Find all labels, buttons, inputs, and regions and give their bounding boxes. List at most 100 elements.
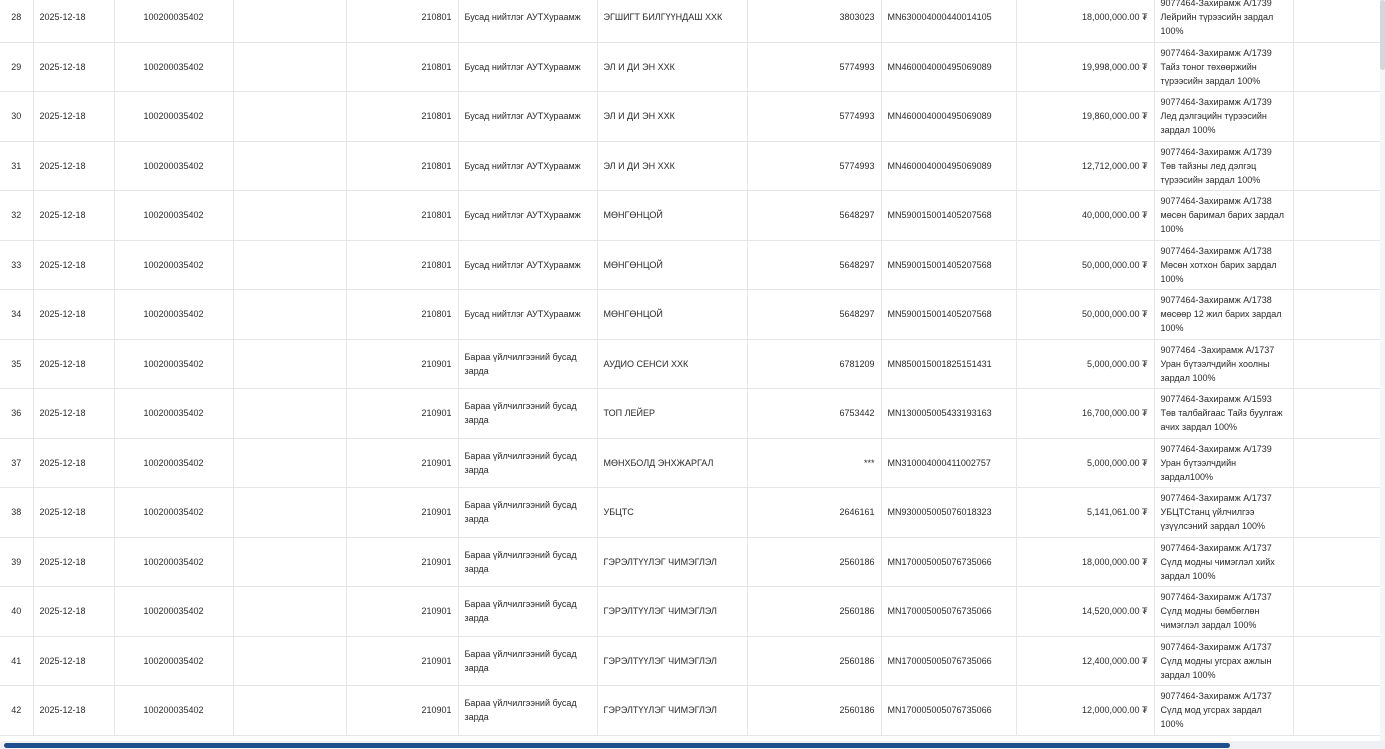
registration-number-cell: 6781209 <box>747 339 882 389</box>
category-cell: Бараа үйлчилгээний бусад зарда <box>458 685 598 736</box>
horizontal-scrollbar[interactable] <box>0 741 1385 749</box>
table-row[interactable]: 41 2025-12-18 100200035402 210901 Бараа үйлч… <box>0 636 1381 686</box>
amount-cell: 19,998,000.00 ₮ <box>1016 42 1155 92</box>
empty-cell <box>233 487 347 538</box>
registration-number-cell: 5774993 <box>747 141 882 191</box>
registration-number-cell: 5774993 <box>747 91 882 142</box>
economic-code-cell: 210801 <box>346 0 459 43</box>
row-number-cell: 33 <box>0 240 34 290</box>
amount-cell: 14,520,000.00 ₮ <box>1016 586 1155 637</box>
economic-code-cell: 210801 <box>346 42 459 92</box>
extra-cell <box>1293 339 1381 389</box>
bank-account-cell: MN460004000495069089 <box>881 91 1017 142</box>
table-row[interactable]: 32 2025-12-18 100200035402 210801 Бусад нийт… <box>0 190 1381 241</box>
row-number-cell: 37 <box>0 438 34 488</box>
bank-account-cell: MN460004000495069089 <box>881 141 1017 191</box>
table-row[interactable]: 33 2025-12-18 100200035402 210801 Бусад нийт… <box>0 240 1381 290</box>
row-number-cell: 30 <box>0 91 34 142</box>
account-number-cell: 100200035402 <box>114 91 234 142</box>
table-row[interactable]: 38 2025-12-18 100200035402 210901 Бараа үйлч… <box>0 487 1381 538</box>
category-cell: Бусад нийтлэг АУТХураамж <box>458 240 598 290</box>
table-row[interactable]: 37 2025-12-18 100200035402 210901 Бараа үйлч… <box>0 438 1381 488</box>
table-row[interactable]: 36 2025-12-18 100200035402 210901 Бараа үйлч… <box>0 388 1381 439</box>
description-cell: 9077464-Захирамж А/1739 Лейрийн түрээсий… <box>1154 0 1294 43</box>
table-row[interactable]: 42 2025-12-18 100200035402 210901 Бараа үйлч… <box>0 685 1381 736</box>
account-number-cell: 100200035402 <box>114 438 234 488</box>
table-row[interactable]: 28 2025-12-18 100200035402 210801 Бусад нийт… <box>0 0 1381 43</box>
row-number-cell: 40 <box>0 586 34 637</box>
table-row[interactable]: 31 2025-12-18 100200035402 210801 Бусад нийт… <box>0 141 1381 191</box>
date-cell: 2025-12-18 <box>33 487 115 538</box>
payee-cell: ГЭРЭЛТҮҮЛЭГ ЧИМЭГЛЭЛ <box>597 537 748 587</box>
category-cell: Бараа үйлчилгээний бусад зарда <box>458 388 598 439</box>
table-row[interactable]: 30 2025-12-18 100200035402 210801 Бусад нийт… <box>0 91 1381 142</box>
extra-cell <box>1293 190 1381 241</box>
description-cell: 9077464-Захирамж А/1593 Төв талбайгаас Т… <box>1154 388 1294 439</box>
payee-cell: ЭЛ И ДИ ЭН ХХК <box>597 42 748 92</box>
account-number-cell: 100200035402 <box>114 586 234 637</box>
empty-cell <box>233 289 347 340</box>
extra-cell <box>1293 141 1381 191</box>
date-cell: 2025-12-18 <box>33 438 115 488</box>
account-number-cell: 100200035402 <box>114 487 234 538</box>
empty-cell <box>233 240 347 290</box>
account-number-cell: 100200035402 <box>114 190 234 241</box>
description-cell: 9077464-Захирамж А/1739 Уран бүтээлчдийн… <box>1154 438 1294 488</box>
payee-cell: ГЭРЭЛТҮҮЛЭГ ЧИМЭГЛЭЛ <box>597 685 748 736</box>
registration-number-cell: 2560186 <box>747 636 882 686</box>
horizontal-scrollbar-thumb[interactable] <box>4 743 1230 748</box>
table-row[interactable]: 29 2025-12-18 100200035402 210801 Бусад нийт… <box>0 42 1381 92</box>
bank-account-cell: MN590015001405207568 <box>881 240 1017 290</box>
description-cell: 9077464-Захирамж А/1739 Лед дэлгэцийн тү… <box>1154 91 1294 142</box>
extra-cell <box>1293 537 1381 587</box>
category-cell: Бусад нийтлэг АУТХураамж <box>458 141 598 191</box>
table-row[interactable]: 39 2025-12-18 100200035402 210901 Бараа үйлч… <box>0 537 1381 587</box>
empty-cell <box>233 438 347 488</box>
extra-cell <box>1293 91 1381 142</box>
economic-code-cell: 210901 <box>346 636 459 686</box>
account-number-cell: 100200035402 <box>114 636 234 686</box>
empty-cell <box>233 0 347 43</box>
payee-cell: УБЦТС <box>597 487 748 538</box>
empty-cell <box>233 586 347 637</box>
date-cell: 2025-12-18 <box>33 289 115 340</box>
table-row[interactable]: 40 2025-12-18 100200035402 210901 Бараа үйлч… <box>0 586 1381 637</box>
date-cell: 2025-12-18 <box>33 537 115 587</box>
bank-account-cell: MN170005005076735066 <box>881 586 1017 637</box>
amount-cell: 19,860,000.00 ₮ <box>1016 91 1155 142</box>
vertical-scrollbar-thumb[interactable] <box>1380 0 1385 70</box>
row-number-cell: 31 <box>0 141 34 191</box>
vertical-scrollbar[interactable] <box>1380 0 1385 741</box>
payee-cell: ГЭРЭЛТҮҮЛЭГ ЧИМЭГЛЭЛ <box>597 586 748 637</box>
date-cell: 2025-12-18 <box>33 586 115 637</box>
economic-code-cell: 210901 <box>346 685 459 736</box>
description-cell: 9077464 -Захирамж А/1737 Уран бүтээлчдий… <box>1154 339 1294 389</box>
date-cell: 2025-12-18 <box>33 339 115 389</box>
table-row[interactable]: 35 2025-12-18 100200035402 210901 Бараа үйлч… <box>0 339 1381 389</box>
economic-code-cell: 210801 <box>346 141 459 191</box>
bank-account-cell: MN930005005076018323 <box>881 487 1017 538</box>
registration-number-cell: 2560186 <box>747 685 882 736</box>
registration-number-cell: *** <box>747 438 882 488</box>
empty-cell <box>233 42 347 92</box>
economic-code-cell: 210901 <box>346 339 459 389</box>
payee-cell: АУДИО СЕНСИ ХХК <box>597 339 748 389</box>
table-row[interactable]: 34 2025-12-18 100200035402 210801 Бусад нийт… <box>0 289 1381 340</box>
bank-account-cell: MN170005005076735066 <box>881 685 1017 736</box>
empty-cell <box>233 141 347 191</box>
bank-account-cell: MN310004000411002757 <box>881 438 1017 488</box>
row-number-cell: 38 <box>0 487 34 538</box>
extra-cell <box>1293 240 1381 290</box>
amount-cell: 16,700,000.00 ₮ <box>1016 388 1155 439</box>
amount-cell: 40,000,000.00 ₮ <box>1016 190 1155 241</box>
registration-number-cell: 2560186 <box>747 537 882 587</box>
economic-code-cell: 210801 <box>346 190 459 241</box>
date-cell: 2025-12-18 <box>33 636 115 686</box>
economic-code-cell: 210901 <box>346 438 459 488</box>
extra-cell <box>1293 586 1381 637</box>
bank-account-cell: MN850015001825151431 <box>881 339 1017 389</box>
economic-code-cell: 210801 <box>346 240 459 290</box>
payee-cell: ЭЛ И ДИ ЭН ХХК <box>597 91 748 142</box>
amount-cell: 50,000,000.00 ₮ <box>1016 240 1155 290</box>
date-cell: 2025-12-18 <box>33 42 115 92</box>
